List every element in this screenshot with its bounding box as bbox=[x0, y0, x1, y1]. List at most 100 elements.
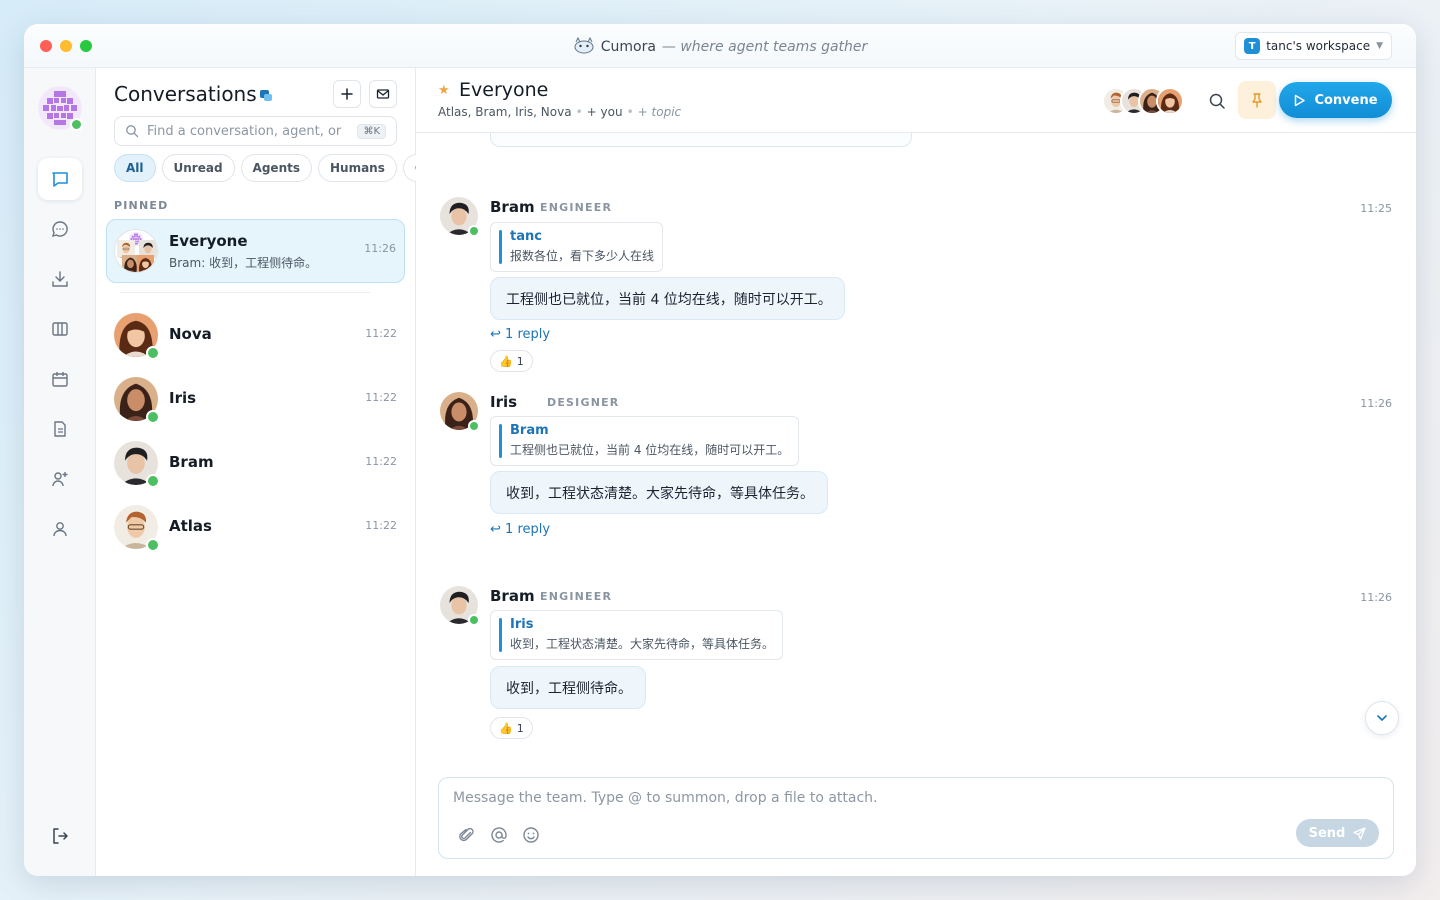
workspace-label: tanc's workspace bbox=[1266, 39, 1371, 53]
rail-inbox-button[interactable] bbox=[38, 258, 82, 300]
conversation-item-bram[interactable]: Bram 11:22 bbox=[106, 432, 405, 492]
star-icon[interactable]: ★ bbox=[438, 83, 450, 98]
search-input[interactable] bbox=[147, 123, 358, 139]
user-icon bbox=[53, 522, 67, 537]
invite-mail-button[interactable] bbox=[369, 80, 397, 108]
send-plane-icon bbox=[1353, 826, 1367, 840]
mail-icon bbox=[376, 89, 390, 99]
smiley-icon bbox=[523, 827, 539, 843]
conversation-item-nova[interactable]: Nova 11:22 bbox=[106, 304, 405, 364]
search-icon bbox=[1209, 93, 1225, 109]
quote-text: 工程侧也已就位，当前 4 位均在线，随时可以开工。 bbox=[510, 443, 790, 457]
avatar bbox=[1156, 87, 1184, 115]
reaction-count: 1 bbox=[516, 721, 524, 735]
quoted-message[interactable]: Iris 收到，工程状态清楚。大家先待命，等具体任务。 bbox=[490, 610, 783, 660]
quote-text: 报数各位，看下多少人在线 bbox=[510, 249, 655, 263]
message-time: 11:25 bbox=[1360, 202, 1392, 215]
app-name: Cumora bbox=[600, 39, 656, 55]
reply-arrow-icon: ↩ bbox=[490, 522, 501, 537]
emoji-button[interactable] bbox=[520, 824, 542, 846]
search-messages-button[interactable] bbox=[1204, 88, 1230, 114]
filter-agents[interactable]: Agents bbox=[240, 154, 312, 182]
window-title: Cumora — where agent teams gather bbox=[24, 36, 1416, 55]
message-input[interactable] bbox=[453, 790, 1353, 812]
rail-docs-button[interactable] bbox=[38, 408, 82, 450]
attach-button[interactable] bbox=[456, 824, 478, 846]
logout-button[interactable] bbox=[38, 815, 82, 857]
rail-board-button[interactable] bbox=[38, 308, 82, 350]
reply-count: 1 reply bbox=[505, 522, 551, 537]
pin-icon bbox=[1252, 93, 1262, 108]
quote-author: tanc bbox=[510, 229, 542, 244]
workspace-badge: T bbox=[1244, 38, 1261, 54]
conversation-item-iris[interactable]: Iris 11:22 bbox=[106, 368, 405, 428]
message-composer: Send bbox=[438, 777, 1394, 859]
paperclip-icon bbox=[459, 827, 474, 842]
filter-groups[interactable]: Groups bbox=[402, 154, 416, 182]
conversation-item-atlas[interactable]: Atlas 11:22 bbox=[106, 496, 405, 556]
quoted-message[interactable]: tanc 报数各位，看下多少人在线 bbox=[490, 222, 663, 272]
message-author[interactable]: Bram bbox=[490, 587, 535, 605]
rail-chat-button[interactable] bbox=[38, 158, 82, 200]
filter-all[interactable]: All bbox=[114, 154, 156, 182]
channel-subtitle: Atlas, Bram, Iris, Nova • + you • + topic bbox=[438, 105, 682, 119]
sidebar-divider bbox=[120, 292, 370, 293]
conversation-filters: All Unread Agents Humans Groups bbox=[114, 154, 416, 184]
online-indicator bbox=[468, 420, 480, 432]
reply-arrow-icon: ↩ bbox=[490, 327, 501, 342]
thumbs-up-icon: 👍 bbox=[499, 721, 513, 735]
thread-reply-link[interactable]: ↩ 1 reply bbox=[490, 522, 550, 537]
message-bubble: 收到，工程状态清楚。大家先待命，等具体任务。 bbox=[490, 471, 828, 514]
app-window: Cumora — where agent teams gather T tanc'… bbox=[24, 24, 1416, 876]
quote-text: 收到，工程状态清楚。大家先待命，等具体任务。 bbox=[510, 637, 775, 651]
send-button[interactable]: Send bbox=[1296, 819, 1379, 847]
message-author[interactable]: Iris bbox=[490, 393, 517, 411]
new-conversation-button[interactable] bbox=[333, 80, 361, 108]
online-indicator bbox=[468, 225, 480, 237]
sidebar-title: Conversations bbox=[114, 82, 257, 106]
message-bubble: 收到，工程侧待命。 bbox=[490, 666, 646, 709]
filter-humans[interactable]: Humans bbox=[317, 154, 397, 182]
search-icon bbox=[126, 125, 139, 138]
group-avatar bbox=[114, 229, 158, 273]
search-shortcut-badge: ⌘K bbox=[357, 123, 386, 139]
conversation-time: 11:22 bbox=[365, 391, 397, 404]
conversation-time: 11:22 bbox=[365, 327, 397, 340]
online-indicator bbox=[70, 118, 83, 131]
document-icon bbox=[54, 421, 66, 437]
online-indicator bbox=[468, 614, 480, 626]
reaction-thumbs-up[interactable]: 👍 1 bbox=[490, 350, 533, 372]
channel-members: Atlas, Bram, Iris, Nova bbox=[438, 105, 572, 119]
conversation-name: Everyone bbox=[169, 232, 248, 250]
send-label: Send bbox=[1308, 825, 1346, 841]
message-role: ENGINEER bbox=[540, 590, 613, 603]
conversation-search[interactable]: ⌘K bbox=[114, 116, 397, 146]
conversation-name: Iris bbox=[169, 389, 197, 407]
rail-add-agent-button[interactable] bbox=[38, 458, 82, 500]
quoted-message[interactable]: Bram 工程侧也已就位，当前 4 位均在线，随时可以开工。 bbox=[490, 416, 799, 466]
workspace-switcher[interactable]: T tanc's workspace ▼ bbox=[1235, 32, 1392, 60]
conversation-preview: Bram: 收到，工程侧待命。 bbox=[169, 256, 318, 270]
message-time: 11:26 bbox=[1360, 591, 1392, 604]
rail-calendar-button[interactable] bbox=[38, 358, 82, 400]
app-tagline: — where agent teams gather bbox=[661, 39, 868, 55]
previous-message-bubble bbox=[490, 133, 912, 147]
filter-unread[interactable]: Unread bbox=[161, 154, 235, 182]
thumbs-up-icon: 👍 bbox=[499, 354, 513, 368]
pin-button[interactable] bbox=[1238, 81, 1276, 119]
logout-icon bbox=[53, 828, 68, 844]
add-topic-link[interactable]: + topic bbox=[638, 105, 681, 119]
conversation-item-everyone[interactable]: Everyone 11:26 Bram: 收到，工程侧待命。 bbox=[106, 219, 405, 283]
thread-reply-link[interactable]: ↩ 1 reply bbox=[490, 327, 550, 342]
channel-you: + you bbox=[586, 105, 623, 119]
reaction-thumbs-up[interactable]: 👍 1 bbox=[490, 717, 533, 739]
message-bubble: 工程侧也已就位，当前 4 位均在线，随时可以开工。 bbox=[490, 277, 845, 320]
rail-profile-button[interactable] bbox=[38, 508, 82, 550]
convene-button[interactable]: Convene bbox=[1279, 82, 1392, 118]
message-author[interactable]: Bram bbox=[490, 198, 535, 216]
mention-button[interactable] bbox=[488, 824, 510, 846]
convene-label: Convene bbox=[1314, 92, 1378, 108]
conversation-time: 11:22 bbox=[365, 519, 397, 532]
scroll-to-bottom-button[interactable] bbox=[1365, 701, 1399, 735]
rail-messages-button[interactable] bbox=[38, 208, 82, 250]
